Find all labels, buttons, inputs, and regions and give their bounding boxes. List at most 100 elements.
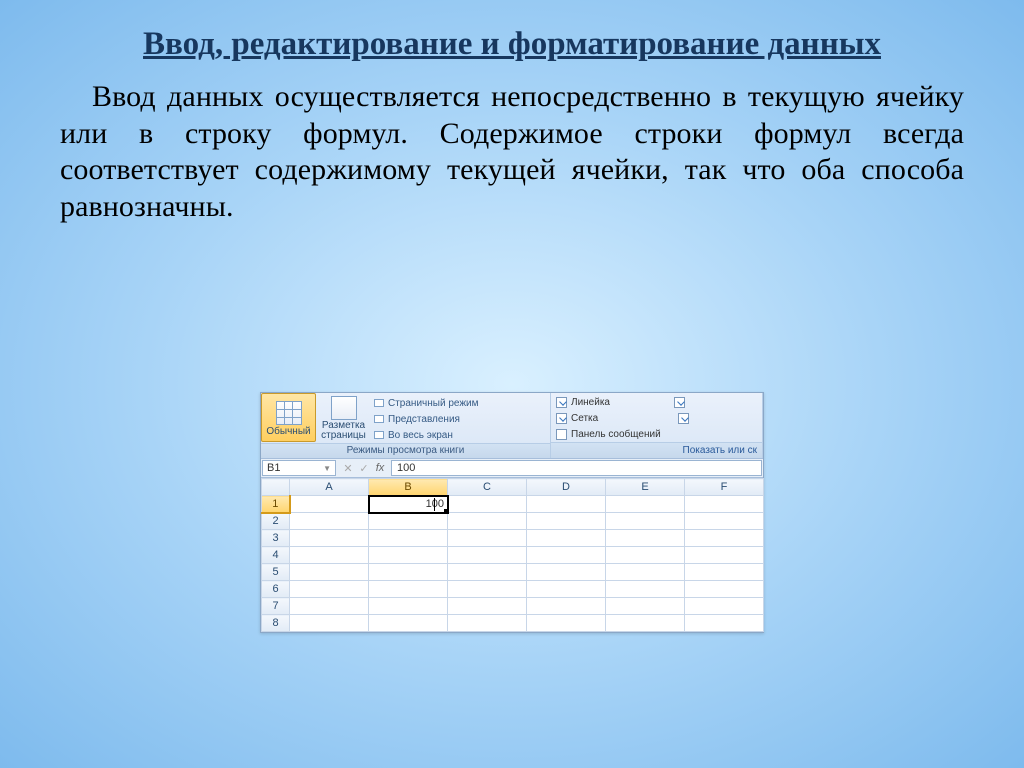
select-all-corner[interactable]	[262, 479, 290, 496]
cell[interactable]	[448, 615, 527, 632]
col-header[interactable]: D	[527, 479, 606, 496]
cell[interactable]	[369, 615, 448, 632]
custom-views-icon	[374, 415, 384, 423]
col-header[interactable]: F	[685, 479, 764, 496]
checkbox-icon	[674, 397, 685, 408]
cell[interactable]	[448, 496, 527, 513]
cell[interactable]	[369, 547, 448, 564]
row-header[interactable]: 3	[262, 530, 290, 547]
cell[interactable]	[606, 598, 685, 615]
cell[interactable]	[290, 513, 369, 530]
cell[interactable]	[527, 530, 606, 547]
cell[interactable]	[369, 564, 448, 581]
cell[interactable]	[448, 530, 527, 547]
row-header[interactable]: 6	[262, 581, 290, 598]
formula-tools: ✕ ✓ fx	[337, 459, 391, 477]
msgbar-checkbox[interactable]: Панель сообщений	[556, 427, 762, 442]
gridlines-checkbox[interactable]: Сетка	[556, 411, 762, 426]
col-header[interactable]: E	[606, 479, 685, 496]
col-header[interactable]: C	[448, 479, 527, 496]
pagebreak-icon	[374, 399, 384, 407]
col-header[interactable]: B	[369, 479, 448, 496]
view-fullscreen-label: Во весь экран	[388, 430, 453, 441]
row-header[interactable]: 1	[262, 496, 290, 513]
ribbon-group-views-label: Режимы просмотра книги	[261, 443, 550, 458]
view-custom-button[interactable]: Представления	[374, 412, 478, 427]
cell[interactable]	[369, 530, 448, 547]
col-header[interactable]: A	[290, 479, 369, 496]
cell[interactable]	[606, 581, 685, 598]
cell[interactable]	[290, 581, 369, 598]
row-header[interactable]: 7	[262, 598, 290, 615]
row-header[interactable]: 4	[262, 547, 290, 564]
cell[interactable]	[448, 547, 527, 564]
cell[interactable]	[290, 615, 369, 632]
cell[interactable]	[685, 513, 764, 530]
cell[interactable]	[369, 581, 448, 598]
cell[interactable]	[606, 564, 685, 581]
cell[interactable]	[527, 513, 606, 530]
slide-body: Ввод данных осуществляется непосредствен…	[60, 79, 964, 225]
cell[interactable]	[527, 615, 606, 632]
cell[interactable]	[606, 615, 685, 632]
checkbox-icon	[556, 397, 567, 408]
ribbon-group-show-label[interactable]: Показать или ск	[551, 442, 762, 458]
cell[interactable]	[606, 547, 685, 564]
cell[interactable]	[685, 564, 764, 581]
formula-bar: B1 ▼ ✕ ✓ fx 100	[261, 459, 763, 478]
cell[interactable]	[606, 530, 685, 547]
row-header[interactable]: 2	[262, 513, 290, 530]
chevron-down-icon[interactable]: ▼	[323, 464, 331, 473]
cell[interactable]	[527, 496, 606, 513]
cell[interactable]	[527, 598, 606, 615]
cancel-icon[interactable]: ✕	[341, 462, 355, 475]
cell[interactable]	[527, 547, 606, 564]
cell[interactable]	[685, 496, 764, 513]
view-pagelayout-button[interactable]: Разметка страницы	[316, 393, 371, 442]
name-box[interactable]: B1 ▼	[262, 460, 336, 476]
cell[interactable]	[685, 598, 764, 615]
view-pagelayout-label: Разметка страницы	[317, 421, 370, 441]
cell[interactable]	[685, 615, 764, 632]
cell[interactable]	[685, 530, 764, 547]
fx-icon[interactable]: fx	[373, 462, 387, 474]
ruler-checkbox[interactable]: Линейка	[556, 395, 762, 410]
msgbar-label: Панель сообщений	[571, 429, 661, 440]
cell[interactable]	[527, 581, 606, 598]
view-custom-label: Представления	[388, 414, 460, 425]
confirm-icon[interactable]: ✓	[357, 462, 371, 475]
spreadsheet-grid[interactable]: ABCDEF 1 100 2345678	[261, 478, 763, 632]
excel-screenshot: Обычный Разметка страницы Страничный реж…	[260, 392, 764, 633]
cell[interactable]	[290, 530, 369, 547]
cell[interactable]	[606, 513, 685, 530]
cell[interactable]	[448, 513, 527, 530]
ribbon-group-views: Обычный Разметка страницы Страничный реж…	[261, 393, 551, 458]
cell[interactable]	[685, 581, 764, 598]
view-normal-button[interactable]: Обычный	[261, 393, 316, 442]
cell[interactable]	[290, 496, 369, 513]
cell[interactable]	[448, 564, 527, 581]
cell[interactable]	[290, 564, 369, 581]
cell[interactable]	[369, 598, 448, 615]
cell[interactable]	[369, 513, 448, 530]
cell[interactable]	[606, 496, 685, 513]
view-pagebreak-button[interactable]: Страничный режим	[374, 396, 478, 411]
row-header[interactable]: 8	[262, 615, 290, 632]
ribbon: Обычный Разметка страницы Страничный реж…	[261, 393, 763, 459]
cell[interactable]	[527, 564, 606, 581]
view-normal-label: Обычный	[266, 426, 310, 437]
view-fullscreen-button[interactable]: Во весь экран	[374, 428, 478, 443]
cell[interactable]	[448, 598, 527, 615]
formula-value: 100	[397, 462, 415, 474]
cell[interactable]	[448, 581, 527, 598]
row-header[interactable]: 5	[262, 564, 290, 581]
cell[interactable]	[290, 547, 369, 564]
cell[interactable]	[290, 598, 369, 615]
view-pagebreak-label: Страничный режим	[388, 398, 478, 409]
ribbon-group-show: Линейка Сетка Панель сообщений Показать …	[551, 393, 763, 458]
cell[interactable]	[685, 547, 764, 564]
formula-input[interactable]: 100	[391, 460, 762, 476]
page-icon	[331, 396, 357, 420]
checkbox-icon	[678, 413, 689, 424]
cell[interactable]: 100	[369, 496, 448, 513]
